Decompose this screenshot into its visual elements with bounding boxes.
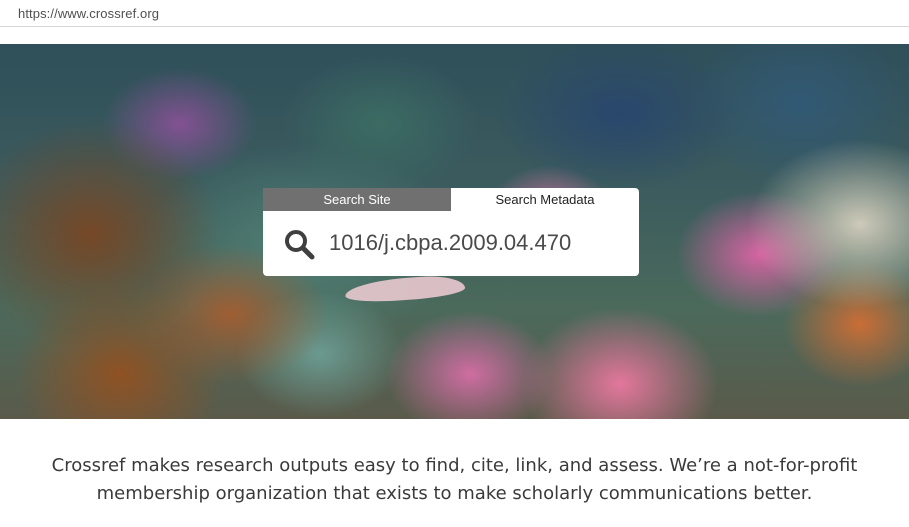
tagline: Crossref makes research outputs easy to … bbox=[0, 452, 909, 508]
search-box bbox=[263, 211, 639, 276]
search-icon[interactable] bbox=[283, 228, 315, 260]
search-widget: Search Site Search Metadata bbox=[263, 188, 639, 276]
url-text[interactable]: https://www.crossref.org bbox=[18, 6, 159, 21]
search-input[interactable] bbox=[329, 225, 627, 261]
tagline-line-1: Crossref makes research outputs easy to … bbox=[51, 455, 858, 476]
tagline-line-2: membership organization that exists to m… bbox=[96, 483, 813, 504]
fish-shape bbox=[344, 273, 466, 305]
address-bar[interactable]: https://www.crossref.org bbox=[0, 0, 909, 27]
header-gap bbox=[0, 28, 909, 44]
tab-search-metadata[interactable]: Search Metadata bbox=[451, 188, 639, 211]
tab-search-site[interactable]: Search Site bbox=[263, 188, 451, 211]
search-tabs: Search Site Search Metadata bbox=[263, 188, 639, 211]
